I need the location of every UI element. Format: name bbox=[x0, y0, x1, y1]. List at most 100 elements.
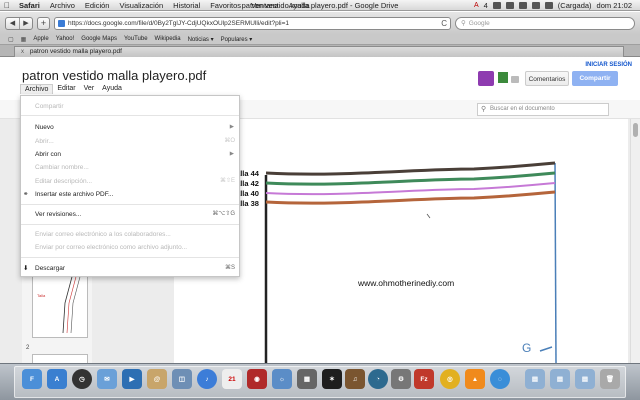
bookmark-google-maps[interactable]: Google Maps bbox=[81, 36, 117, 42]
bookmark-wikipedia[interactable]: Wikipedia bbox=[155, 36, 181, 42]
menu-item-enviar-adjunto[interactable]: Enviar por correo electrónico como archi… bbox=[21, 242, 239, 253]
menu-item-editar-descripcion[interactable]: Editar descripción... ⌘⇧E bbox=[21, 176, 239, 187]
documents-folder-icon[interactable]: ▤ bbox=[550, 369, 570, 389]
app-store-icon[interactable]: A bbox=[47, 369, 67, 389]
menu-item-descargar[interactable]: ⬇ Descargar ⌘S bbox=[21, 263, 239, 274]
menu-historial[interactable]: Historial bbox=[168, 0, 205, 11]
chat-icon[interactable] bbox=[511, 76, 519, 83]
menu-edicion[interactable]: Edición bbox=[80, 0, 115, 11]
url-text[interactable]: https://docs.google.com/file/d/0By2TglJY… bbox=[68, 20, 289, 27]
menu-item-nuevo[interactable]: Nuevo ▶ bbox=[21, 122, 239, 133]
volume-icon[interactable] bbox=[531, 1, 540, 9]
page-number: 2 bbox=[26, 345, 30, 351]
bookmark-noticias[interactable]: Noticias ▾ bbox=[188, 36, 214, 43]
iphoto-icon[interactable]: ☼ bbox=[272, 369, 292, 389]
share-button[interactable]: Compartir bbox=[572, 71, 618, 86]
bookmarks-grid-icon[interactable]: ▦ bbox=[21, 36, 27, 43]
back-button[interactable]: ◀ bbox=[6, 18, 19, 29]
docs-menu-archivo[interactable]: Archivo bbox=[20, 84, 54, 94]
close-tab-icon[interactable]: x bbox=[21, 49, 24, 55]
system-preferences-icon[interactable]: ⚙ bbox=[391, 369, 411, 389]
menu-favoritos[interactable]: Favoritos bbox=[205, 0, 246, 11]
docs-menu-ver[interactable]: Ver bbox=[80, 84, 99, 94]
facetime-icon[interactable]: ▶ bbox=[122, 369, 142, 389]
bluetooth-icon[interactable] bbox=[492, 1, 501, 9]
menu-item-label: Insertar este archivo PDF... bbox=[35, 191, 114, 198]
time-machine-icon[interactable] bbox=[505, 1, 514, 9]
app-icon[interactable] bbox=[478, 71, 494, 86]
browser-toolbar: ◀ ▶ + https://docs.google.com/file/d/0By… bbox=[0, 12, 640, 34]
adobe-icon[interactable]: A bbox=[474, 0, 479, 11]
menu-item-compartir[interactable]: Compartir bbox=[21, 101, 239, 112]
menu-item-abrir[interactable]: Abrir... ⌘O bbox=[21, 136, 239, 147]
scrollbar[interactable] bbox=[630, 119, 640, 363]
time-machine-icon[interactable]: ◔ bbox=[368, 369, 388, 389]
add-bookmark-button[interactable]: + bbox=[37, 16, 50, 30]
bookmark-yahoo[interactable]: Yahoo! bbox=[56, 36, 75, 42]
tab-current[interactable]: x patron vestido malla playero.pdf bbox=[14, 46, 624, 57]
itunes-icon[interactable]: ♪ bbox=[197, 369, 217, 389]
menu-item-label: Abrir con bbox=[35, 151, 62, 158]
trash-icon[interactable]: 🗑 bbox=[600, 369, 620, 389]
file-menu-dropdown: Compartir Nuevo ▶ Abrir... ⌘O Abrir con … bbox=[20, 95, 240, 277]
chrome-icon[interactable]: ◎ bbox=[440, 369, 460, 389]
doc-search-input[interactable]: ⚲ Buscar en el documento bbox=[477, 103, 609, 116]
clock[interactable]: dom 21:02 bbox=[597, 0, 632, 11]
menu-separator bbox=[21, 204, 239, 205]
preview-icon[interactable]: ◫ bbox=[172, 369, 192, 389]
menu-ventana[interactable]: Ventana bbox=[246, 0, 284, 11]
docs-menu-editar[interactable]: Editar bbox=[53, 84, 79, 94]
menu-item-enviar-colaboradores[interactable]: Enviar correo electrónico a los colabora… bbox=[21, 229, 239, 240]
menu-item-abrir-con[interactable]: Abrir con ▶ bbox=[21, 149, 239, 160]
filezilla-icon[interactable]: Fz bbox=[414, 369, 434, 389]
reload-icon[interactable]: C bbox=[441, 19, 447, 28]
dashboard-icon[interactable]: ◷ bbox=[72, 369, 92, 389]
ichat-icon[interactable]: ◌ bbox=[490, 369, 510, 389]
ical-icon[interactable]: 21 bbox=[222, 369, 242, 389]
battery-icon[interactable] bbox=[544, 1, 553, 9]
status-area: A 4 (Cargada) dom 21:02 bbox=[474, 0, 640, 11]
menu-item-label: Ver revisiones... bbox=[35, 211, 82, 218]
contacts-icon[interactable]: @ bbox=[147, 369, 167, 389]
vlc-icon[interactable]: ▲ bbox=[465, 369, 485, 389]
downloads-folder-icon[interactable]: ▤ bbox=[525, 369, 545, 389]
finder-icon[interactable]: F bbox=[22, 369, 42, 389]
garageband-icon[interactable]: ♫ bbox=[345, 369, 365, 389]
address-bar[interactable]: https://docs.google.com/file/d/0By2TglJY… bbox=[54, 16, 451, 30]
bookmarks-bar: ▢ ▦ Apple Yahoo! Google Maps YouTube Wik… bbox=[0, 34, 640, 45]
bookmark-icon[interactable] bbox=[498, 72, 508, 83]
bookmark-apple[interactable]: Apple bbox=[33, 36, 48, 42]
pattern-drawing bbox=[264, 161, 557, 364]
bookmark-populares[interactable]: Populares ▾ bbox=[221, 36, 253, 43]
menu-app[interactable]: Safari bbox=[14, 0, 45, 11]
menu-item-shortcut: ⌘O bbox=[224, 138, 235, 144]
scrollbar-thumb[interactable] bbox=[633, 123, 638, 137]
mail-icon[interactable]: ✉ bbox=[97, 369, 117, 389]
menu-item-insertar-pdf[interactable]: ⚭ Insertar este archivo PDF... bbox=[21, 189, 239, 200]
menu-item-label: Cambiar nombre... bbox=[35, 164, 89, 171]
browser-search-placeholder: Google bbox=[468, 19, 490, 27]
comments-button[interactable]: Comentarios bbox=[525, 71, 569, 86]
mission-control-icon[interactable]: ▦ bbox=[297, 369, 317, 389]
photo-booth-icon[interactable]: ◉ bbox=[247, 369, 267, 389]
menu-item-cambiar-nombre[interactable]: Cambiar nombre... bbox=[21, 162, 239, 173]
docs-menu-ayuda[interactable]: Ayuda bbox=[98, 84, 126, 94]
bookmark-youtube[interactable]: YouTube bbox=[124, 36, 148, 42]
star-icon[interactable]: ✶ bbox=[322, 369, 342, 389]
menu-archivo[interactable]: Archivo bbox=[45, 0, 80, 11]
browser-search-input[interactable]: ⚲ Google bbox=[455, 16, 635, 30]
menu-item-label: Enviar por correo electrónico como archi… bbox=[35, 244, 188, 251]
wifi-icon[interactable] bbox=[518, 1, 527, 9]
apple-icon[interactable]:  bbox=[0, 0, 14, 11]
folder-icon[interactable]: ▤ bbox=[575, 369, 595, 389]
tab-bar: x patron vestido malla playero.pdf bbox=[0, 45, 640, 57]
favicon-icon bbox=[58, 19, 65, 27]
menu-item-ver-revisiones[interactable]: Ver revisiones... ⌘⌥⇧G bbox=[21, 209, 239, 220]
nav-buttons: ◀ ▶ bbox=[5, 16, 33, 30]
menu-ayuda[interactable]: Ayuda bbox=[284, 0, 315, 11]
search-icon: ⚲ bbox=[461, 20, 466, 27]
sign-in-link[interactable]: INICIAR SESIÓN bbox=[585, 62, 632, 68]
menu-visualizacion[interactable]: Visualización bbox=[114, 0, 168, 11]
forward-button[interactable]: ▶ bbox=[19, 17, 32, 29]
reading-list-icon[interactable]: ▢ bbox=[8, 36, 14, 43]
